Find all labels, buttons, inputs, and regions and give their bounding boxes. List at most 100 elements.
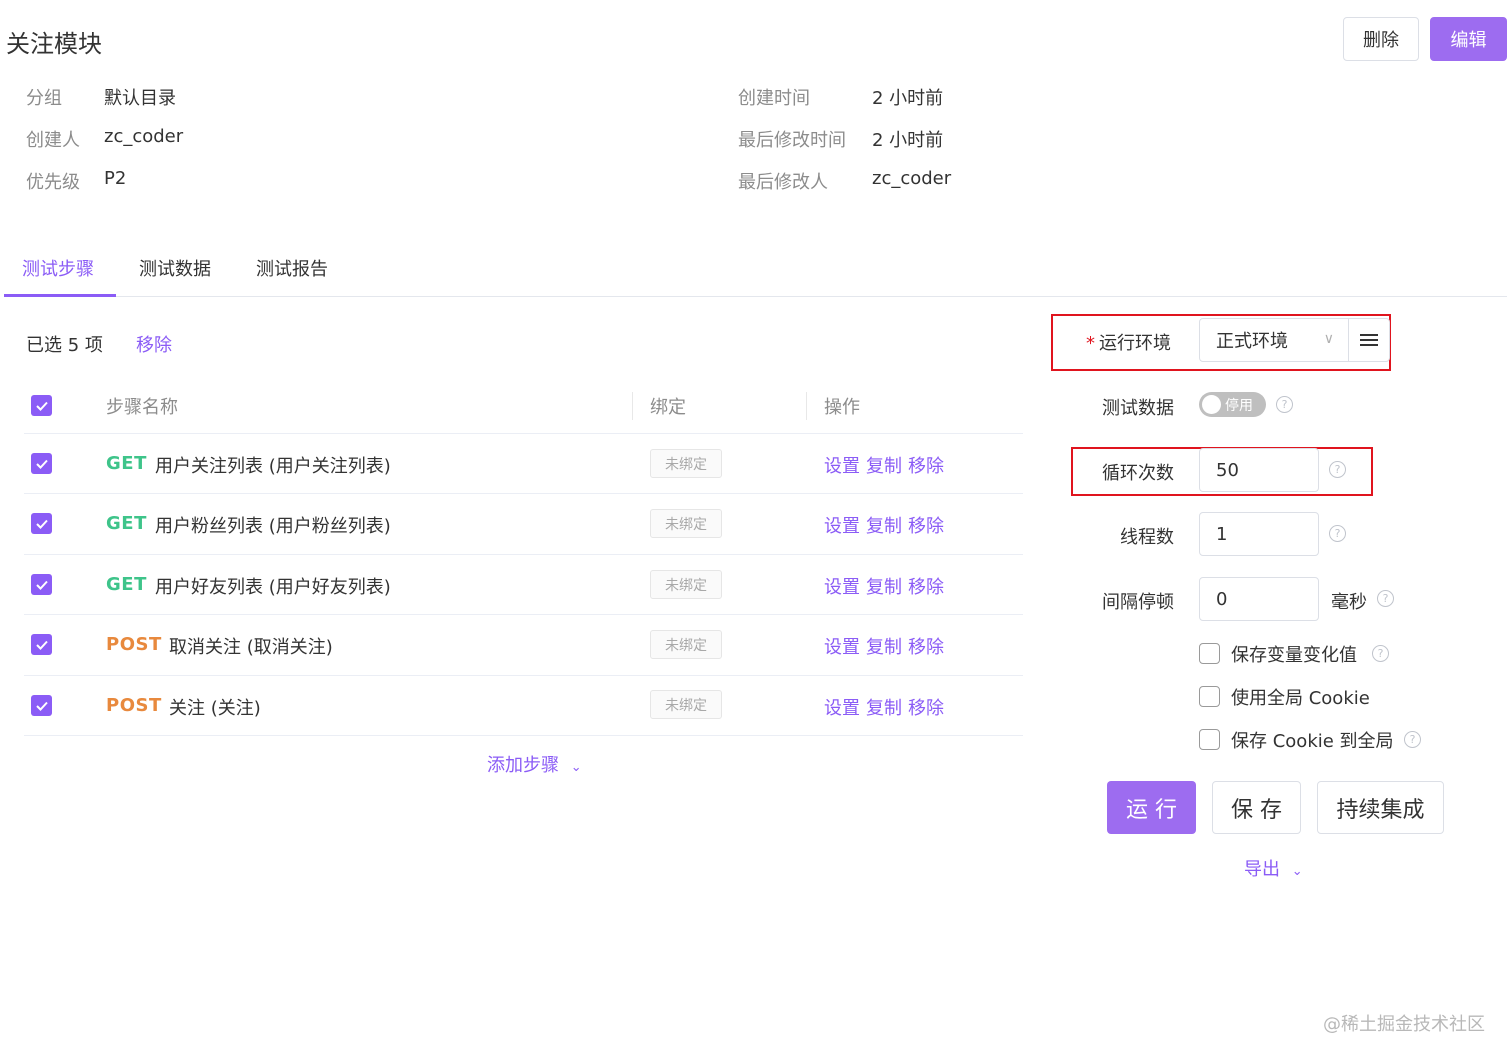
chevron-down-icon: ⌄ — [1291, 864, 1303, 879]
save-var-checkbox[interactable] — [1199, 643, 1220, 664]
copy-link[interactable]: 复制 — [866, 456, 902, 477]
copy-link[interactable]: 复制 — [866, 516, 902, 537]
row-divider — [24, 614, 1023, 615]
remove-link[interactable]: 移除 — [908, 516, 944, 537]
export-dropdown[interactable]: 导出 ⌄ — [1244, 855, 1303, 881]
delete-button[interactable]: 删除 — [1343, 17, 1419, 61]
row-divider — [24, 493, 1023, 494]
help-icon[interactable]: ? — [1404, 731, 1421, 748]
settings-link[interactable]: 设置 — [824, 456, 860, 477]
interval-unit: 毫秒 — [1331, 592, 1367, 613]
tab-test-data[interactable]: 测试数据 — [139, 255, 211, 281]
save-button[interactable]: 保 存 — [1212, 781, 1301, 834]
env-select[interactable]: 正式环境 ∨ — [1199, 318, 1349, 362]
creator-value: zc_coder — [104, 126, 184, 147]
row-divider — [24, 554, 1023, 555]
row-actions: 设置 复制 移除 — [824, 512, 950, 538]
test-data-toggle[interactable]: 停用 — [1199, 392, 1266, 417]
tab-active-indicator — [4, 294, 116, 297]
threads-input[interactable]: 1 — [1199, 512, 1319, 556]
priority-label: 优先级 — [26, 172, 80, 193]
remove-link[interactable]: 移除 — [908, 577, 944, 598]
tab-test-steps[interactable]: 测试步骤 — [22, 255, 94, 281]
method-badge: POST — [106, 695, 162, 716]
row-actions: 设置 复制 移除 — [824, 694, 950, 720]
row-divider — [24, 675, 1023, 676]
help-icon[interactable]: ? — [1329, 461, 1346, 478]
env-select-value: 正式环境 — [1216, 331, 1288, 352]
check-icon — [35, 459, 48, 469]
step-name[interactable]: 取消关注 (取消关注) — [169, 633, 333, 659]
row-divider — [24, 735, 1023, 736]
help-icon[interactable]: ? — [1372, 645, 1389, 662]
check-icon — [35, 640, 48, 650]
copy-link[interactable]: 复制 — [866, 637, 902, 658]
row-checkbox[interactable] — [31, 574, 52, 595]
tab-test-report[interactable]: 测试报告 — [256, 255, 328, 281]
method-badge: GET — [106, 513, 147, 534]
modifier-value: zc_coder — [872, 168, 952, 189]
use-global-cookie-label: 使用全局 Cookie — [1231, 688, 1370, 709]
remove-link[interactable]: 移除 — [908, 456, 944, 477]
help-icon[interactable]: ? — [1276, 396, 1293, 413]
step-name[interactable]: 用户粉丝列表 (用户粉丝列表) — [155, 512, 391, 538]
row-checkbox[interactable] — [31, 695, 52, 716]
row-actions: 设置 复制 移除 — [824, 573, 950, 599]
settings-link[interactable]: 设置 — [824, 637, 860, 658]
copy-link[interactable]: 复制 — [866, 577, 902, 598]
modified-value: 2 小时前 — [872, 130, 944, 151]
group-value: 默认目录 — [104, 88, 176, 109]
interval-label: 间隔停顿 — [1102, 592, 1174, 613]
step-name[interactable]: 用户好友列表 (用户好友列表) — [155, 573, 391, 599]
row-checkbox[interactable] — [31, 513, 52, 534]
remove-link[interactable]: 移除 — [908, 637, 944, 658]
save-cookie-global-label: 保存 Cookie 到全局 — [1231, 731, 1394, 752]
step-name[interactable]: 用户关注列表 (用户关注列表) — [155, 452, 391, 478]
column-header-step-name: 步骤名称 — [106, 397, 178, 418]
run-button[interactable]: 运 行 — [1107, 781, 1196, 834]
test-data-label: 测试数据 — [1102, 398, 1174, 419]
settings-link[interactable]: 设置 — [824, 516, 860, 537]
add-step-button[interactable]: 添加步骤 ⌄ — [487, 751, 582, 777]
loop-count-input[interactable]: 50 — [1199, 448, 1319, 492]
save-cookie-global-checkbox[interactable] — [1199, 729, 1220, 750]
add-step-label: 添加步骤 — [487, 755, 559, 776]
creator-label: 创建人 — [26, 130, 80, 151]
check-icon — [35, 401, 48, 411]
select-all-checkbox[interactable] — [31, 395, 52, 416]
binding-status-badge: 未绑定 — [650, 630, 722, 659]
use-global-cookie-checkbox[interactable] — [1199, 686, 1220, 707]
group-label: 分组 — [26, 88, 62, 109]
tab-bar: 测试步骤 测试数据 测试报告 — [4, 240, 1507, 297]
binding-status-badge: 未绑定 — [650, 690, 722, 719]
menu-icon — [1360, 334, 1378, 346]
interval-input[interactable]: 0 — [1199, 577, 1319, 621]
method-badge: POST — [106, 634, 162, 655]
help-icon[interactable]: ? — [1329, 525, 1346, 542]
method-badge: GET — [106, 574, 147, 595]
export-label: 导出 — [1244, 859, 1280, 880]
priority-value: P2 — [104, 168, 127, 189]
remove-link[interactable]: 移除 — [908, 698, 944, 719]
watermark: @稀土掘金技术社区 — [1323, 1014, 1485, 1035]
remove-selected-link[interactable]: 移除 — [136, 331, 172, 357]
binding-status-badge: 未绑定 — [650, 509, 722, 538]
created-label: 创建时间 — [738, 88, 810, 109]
env-menu-button[interactable] — [1348, 318, 1390, 362]
edit-button[interactable]: 编辑 — [1430, 17, 1507, 61]
chevron-down-icon: ∨ — [1323, 331, 1334, 347]
ci-button[interactable]: 持续集成 — [1317, 781, 1444, 834]
toggle-knob — [1202, 395, 1221, 414]
row-checkbox[interactable] — [31, 453, 52, 474]
settings-link[interactable]: 设置 — [824, 577, 860, 598]
settings-link[interactable]: 设置 — [824, 698, 860, 719]
modified-label: 最后修改时间 — [738, 130, 846, 151]
help-icon[interactable]: ? — [1377, 590, 1394, 607]
loop-count-label: 循环次数 — [1102, 463, 1174, 484]
row-actions: 设置 复制 移除 — [824, 633, 950, 659]
copy-link[interactable]: 复制 — [866, 698, 902, 719]
step-name[interactable]: 关注 (关注) — [169, 694, 261, 720]
row-checkbox[interactable] — [31, 634, 52, 655]
method-badge: GET — [106, 453, 147, 474]
binding-status-badge: 未绑定 — [650, 449, 722, 478]
